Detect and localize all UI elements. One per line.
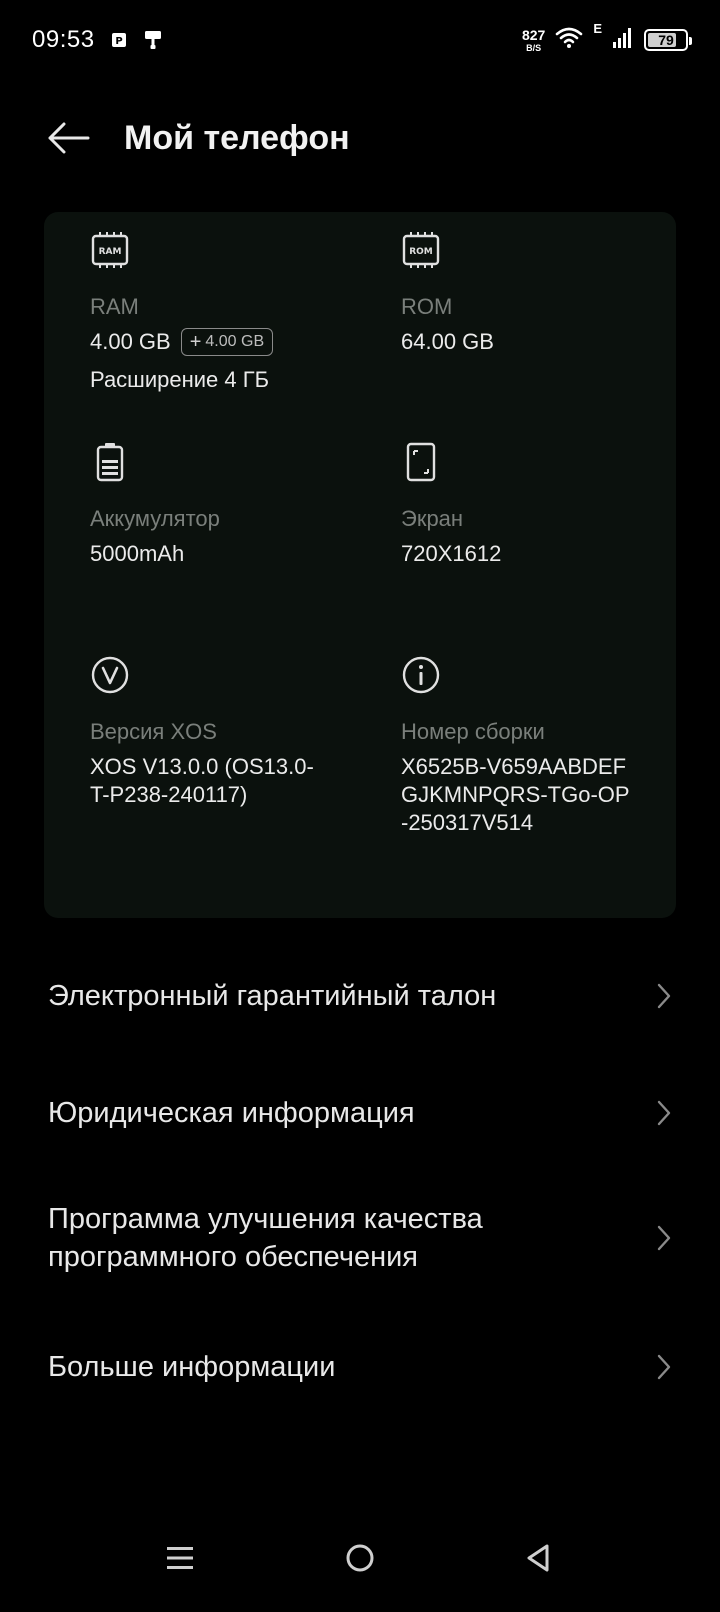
- menu-item-label-line1: Юридическая информация: [48, 1097, 415, 1129]
- chevron-right-icon: [652, 1349, 676, 1385]
- spec-build-value: X6525B-V659AABDEF GJKMNPQRS-TGo-OP -2503…: [401, 753, 701, 837]
- header: Мой телефон: [0, 100, 720, 176]
- info-icon: [402, 656, 440, 694]
- menu-item-legal-info[interactable]: Юридическая информация: [48, 1081, 676, 1145]
- chevron-right-icon: [652, 978, 676, 1014]
- battery-icon: [96, 443, 124, 482]
- back-triangle-icon: [527, 1544, 549, 1572]
- spec-battery-label: Аккумулятор: [90, 506, 220, 531]
- battery-level: 79: [658, 32, 674, 48]
- notification-p-icon: P: [109, 30, 129, 50]
- back-button[interactable]: [44, 114, 92, 162]
- menu-item-quality-program[interactable]: Программа улучшения качества программног…: [48, 1190, 676, 1286]
- spec-battery: Аккумулятор 5000mAh: [90, 442, 390, 568]
- network-type: E: [593, 20, 602, 36]
- svg-text:RAM: RAM: [99, 247, 122, 257]
- menu-item-more-info[interactable]: Больше информации: [48, 1335, 676, 1399]
- arrow-left-icon: [48, 122, 90, 154]
- menu-item-label: Программа улучшения качества программног…: [48, 1200, 483, 1276]
- spec-build-value-line2: GJKMNPQRS-TGo-OP: [401, 782, 630, 807]
- status-right: 827 B/S E 79: [522, 21, 692, 54]
- spec-rom-label: ROM: [401, 294, 453, 319]
- navigation-bar: [0, 1520, 720, 1612]
- svg-text:ROM: ROM: [409, 247, 433, 257]
- notification-brush-icon: [143, 30, 163, 50]
- spec-xos-value: XOS V13.0.0 (OS13.0- T-P238-240117): [90, 753, 390, 809]
- network-speed: 827 B/S: [522, 28, 545, 53]
- menu-item-warranty[interactable]: Электронный гарантийный талон: [48, 964, 676, 1028]
- spec-screen: Экран 720X1612: [401, 442, 701, 568]
- battery-icon: 79: [644, 29, 692, 51]
- spec-build-value-line1: X6525B-V659AABDEF: [401, 754, 627, 779]
- menu-item-label: Электронный гарантийный талон: [48, 977, 496, 1015]
- spec-ram-value: 4.00 GB: [90, 329, 171, 354]
- page-title: Мой телефон: [124, 118, 350, 157]
- spec-rom: ROM ROM 64.00 GB: [401, 230, 701, 356]
- spec-xos-label: Версия XOS: [90, 719, 217, 744]
- spec-ram-extension-text: Расширение 4 ГБ: [90, 367, 270, 392]
- spec-screen-value: 720X1612: [401, 541, 502, 566]
- spec-ram-label: RAM: [90, 294, 139, 319]
- wifi-icon: [555, 27, 583, 54]
- nav-home-button[interactable]: [330, 1528, 390, 1588]
- battery-cap: [689, 37, 692, 45]
- menu-item-label-line2: программного обеспечения: [48, 1241, 419, 1273]
- status-left: 09:53 P: [32, 26, 163, 54]
- my-phone-screen: 09:53 P 827 B/S E 79 Мой телефон RAM RAM…: [0, 0, 720, 1612]
- chevron-right-icon: [652, 1095, 676, 1131]
- nav-back-button[interactable]: [508, 1528, 568, 1588]
- spec-xos-value-line2: T-P238-240117): [90, 782, 248, 807]
- screen-icon: [406, 442, 436, 482]
- network-speed-value: 827: [521, 26, 546, 43]
- svg-text:P: P: [115, 36, 122, 47]
- menu-item-label: Юридическая информация: [48, 1094, 415, 1132]
- ram-chip-icon: RAM: [91, 232, 129, 268]
- status-time: 09:53: [32, 26, 95, 53]
- spec-xos-version: Версия XOS XOS V13.0.0 (OS13.0- T-P238-2…: [90, 655, 390, 809]
- network-speed-unit: B/S: [526, 42, 542, 53]
- spec-build-value-line3: -250317V514: [401, 810, 534, 835]
- ram-extension-plus: +: [189, 331, 202, 353]
- signal-icon: [612, 27, 634, 54]
- spec-battery-value: 5000mAh: [90, 541, 185, 566]
- spec-build-number: Номер сборки X6525B-V659AABDEF GJKMNPQRS…: [401, 655, 701, 837]
- menu-item-label-line1: Программа улучшения качества: [48, 1203, 483, 1235]
- spec-screen-label: Экран: [401, 506, 464, 531]
- device-info-card: RAM RAM 4.00 GB + 4.00 GB Расширение 4 Г…: [44, 212, 676, 918]
- menu-item-label: Больше информации: [48, 1348, 335, 1386]
- spec-ram: RAM RAM 4.00 GB + 4.00 GB Расширение 4 Г…: [90, 230, 390, 394]
- chevron-right-icon: [652, 1220, 676, 1256]
- ram-extension-badge: + 4.00 GB: [180, 328, 274, 356]
- spec-ram-value-row: 4.00 GB + 4.00 GB: [90, 328, 390, 356]
- ram-extension-value: 4.00 GB: [205, 333, 265, 350]
- home-icon: [346, 1544, 374, 1572]
- spec-build-label: Номер сборки: [401, 719, 545, 744]
- menu-icon: [167, 1547, 193, 1569]
- nav-recents-button[interactable]: [150, 1528, 210, 1588]
- status-bar: 09:53 P 827 B/S E 79: [0, 0, 720, 80]
- xos-version-icon: [91, 656, 129, 694]
- spec-rom-value: 64.00 GB: [401, 329, 494, 354]
- rom-chip-icon: ROM: [402, 232, 440, 268]
- spec-xos-value-line1: XOS V13.0.0 (OS13.0-: [90, 754, 314, 779]
- menu-item-label-line1: Электронный гарантийный талон: [48, 980, 497, 1012]
- menu-item-label-line1: Больше информации: [48, 1351, 336, 1383]
